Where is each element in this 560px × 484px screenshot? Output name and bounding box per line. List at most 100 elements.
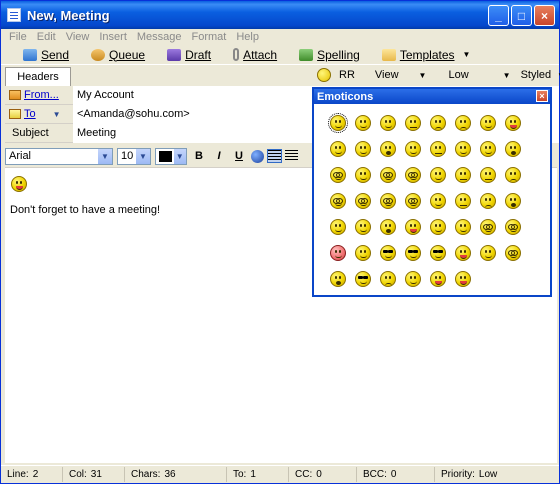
emoticon-cell[interactable] xyxy=(475,110,500,136)
emoticon-cell[interactable] xyxy=(500,136,525,162)
menu-file[interactable]: File xyxy=(5,31,31,43)
priority-chevron-icon[interactable]: ▼ xyxy=(503,71,511,80)
emoticon-cell[interactable] xyxy=(375,214,400,240)
emoticon-cell[interactable] xyxy=(425,162,450,188)
emoticon-cell[interactable] xyxy=(350,214,375,240)
emoticon-cell[interactable] xyxy=(325,188,350,214)
emoticon-cell[interactable] xyxy=(375,188,400,214)
from-label[interactable]: From... xyxy=(5,86,73,105)
emoticon-cell[interactable] xyxy=(325,214,350,240)
emoticon-cell[interactable] xyxy=(500,110,525,136)
emoticon-cell[interactable] xyxy=(350,240,375,266)
emoticon-cell[interactable] xyxy=(500,188,525,214)
to-link[interactable]: To xyxy=(24,108,36,120)
font-chevron-icon[interactable]: ▼ xyxy=(98,148,112,164)
from-link[interactable]: From... xyxy=(24,89,59,101)
emoticon-cell[interactable] xyxy=(325,136,350,162)
emoticon-cell[interactable] xyxy=(375,110,400,136)
emoticon-cell[interactable] xyxy=(450,214,475,240)
emoticon-cell[interactable] xyxy=(325,240,350,266)
emoticon-cell[interactable] xyxy=(425,136,450,162)
emoticon-cell[interactable] xyxy=(400,110,425,136)
emoticon-cell[interactable] xyxy=(400,162,425,188)
emoticon-cell[interactable] xyxy=(350,110,375,136)
queue-label: Queue xyxy=(109,47,146,62)
emoticon-cell[interactable] xyxy=(500,214,525,240)
emoticon-cell[interactable] xyxy=(450,188,475,214)
menu-insert[interactable]: Insert xyxy=(95,31,131,43)
maximize-button[interactable]: □ xyxy=(511,5,532,26)
emoticon-cell[interactable] xyxy=(400,136,425,162)
emoticon-cell[interactable] xyxy=(475,136,500,162)
style-dropdown[interactable]: Styled xyxy=(521,69,552,81)
emoticon-cell[interactable] xyxy=(350,188,375,214)
font-select[interactable]: Arial ▼ xyxy=(5,147,113,165)
address-book-icon xyxy=(9,90,21,100)
size-chevron-icon[interactable]: ▼ xyxy=(136,148,150,164)
emoticon-cell[interactable] xyxy=(450,136,475,162)
emoticon-cell[interactable] xyxy=(425,266,450,292)
emoticon-cell[interactable] xyxy=(500,240,525,266)
send-button[interactable]: Send xyxy=(23,48,69,62)
emoticon-cell[interactable] xyxy=(450,240,475,266)
draft-button[interactable]: Draft xyxy=(167,48,211,62)
emoticon-cell[interactable] xyxy=(475,240,500,266)
italic-button[interactable]: I xyxy=(211,150,227,162)
emoticon-cell[interactable] xyxy=(425,188,450,214)
emoticon-cell[interactable] xyxy=(375,162,400,188)
emoticons-close-button[interactable]: × xyxy=(536,90,548,102)
globe-link-icon[interactable] xyxy=(251,149,264,163)
color-select[interactable]: ▼ xyxy=(155,147,187,165)
emoticon-cell[interactable] xyxy=(450,110,475,136)
align-center-icon[interactable] xyxy=(285,150,298,162)
emoticon-cell[interactable] xyxy=(450,266,475,292)
menu-help[interactable]: Help xyxy=(232,31,263,43)
size-select[interactable]: 10 ▼ xyxy=(117,147,151,165)
emoticon-cell[interactable] xyxy=(400,188,425,214)
tab-headers[interactable]: Headers xyxy=(5,67,71,86)
view-chevron-icon[interactable]: ▼ xyxy=(419,71,427,80)
emoticon-cell[interactable] xyxy=(475,188,500,214)
emoticon-cell[interactable] xyxy=(425,110,450,136)
emoticon-cell[interactable] xyxy=(350,266,375,292)
attach-button[interactable]: Attach xyxy=(233,48,277,62)
emoticon-cell[interactable] xyxy=(475,162,500,188)
underline-button[interactable]: U xyxy=(231,150,247,162)
menu-message[interactable]: Message xyxy=(133,31,186,43)
emoticon-cell[interactable] xyxy=(325,110,350,136)
spelling-button[interactable]: Spelling xyxy=(299,48,360,62)
color-chevron-icon[interactable]: ▼ xyxy=(173,148,186,164)
align-left-icon[interactable] xyxy=(267,149,282,163)
emoticon-cell[interactable] xyxy=(425,214,450,240)
emoticon-cell[interactable] xyxy=(375,266,400,292)
bold-button[interactable]: B xyxy=(191,150,207,162)
emoticon-cell[interactable] xyxy=(400,214,425,240)
minimize-button[interactable]: _ xyxy=(488,5,509,26)
templates-button[interactable]: Templates ▼ xyxy=(381,48,470,62)
status-priority: Priority: Low xyxy=(435,467,559,482)
emoticon-cell[interactable] xyxy=(375,240,400,266)
emoticon-cell[interactable] xyxy=(475,214,500,240)
emoticon-icon[interactable] xyxy=(317,68,331,82)
priority-dropdown[interactable]: Low xyxy=(448,69,468,81)
to-chevron-icon[interactable]: ▼ xyxy=(53,110,61,119)
emoticon-cell[interactable] xyxy=(350,136,375,162)
menu-format[interactable]: Format xyxy=(188,31,231,43)
emoticon-cell[interactable] xyxy=(350,162,375,188)
emoticon-cell[interactable] xyxy=(500,162,525,188)
emoticon-cell[interactable] xyxy=(325,162,350,188)
view-dropdown[interactable]: View xyxy=(375,69,399,81)
menu-view[interactable]: View xyxy=(62,31,94,43)
emoticon-cell[interactable] xyxy=(400,240,425,266)
body-text: Don't forget to have a meeting! xyxy=(10,204,161,216)
emoticon-cell[interactable] xyxy=(325,266,350,292)
menu-edit[interactable]: Edit xyxy=(33,31,60,43)
queue-button[interactable]: Queue xyxy=(91,48,145,62)
emoticon-cell[interactable] xyxy=(400,266,425,292)
close-button[interactable]: × xyxy=(534,5,555,26)
emoticon-cell[interactable] xyxy=(450,162,475,188)
rr-button[interactable]: RR xyxy=(339,69,355,81)
to-label[interactable]: To ▼ xyxy=(5,105,73,124)
emoticon-cell[interactable] xyxy=(375,136,400,162)
emoticon-cell[interactable] xyxy=(425,240,450,266)
